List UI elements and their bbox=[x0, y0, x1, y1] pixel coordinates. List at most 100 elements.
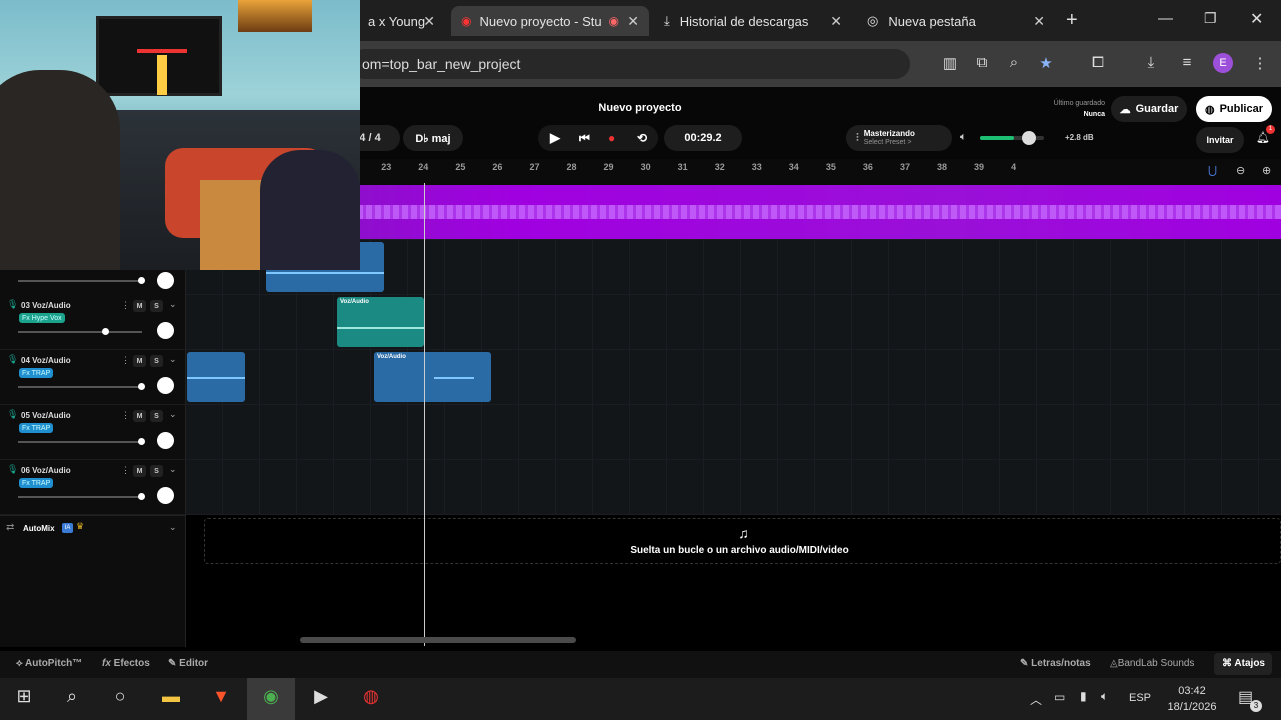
restore-icon[interactable]: ❐ bbox=[1204, 10, 1217, 27]
tab-nueva-pestana[interactable]: ◎ Nueva pestaña ✕ bbox=[857, 6, 1055, 36]
close-icon[interactable]: ✕ bbox=[1033, 13, 1045, 30]
chevron-down-icon[interactable]: ⌄ bbox=[169, 522, 177, 533]
track-name[interactable]: 03 Voz/Audio bbox=[21, 301, 71, 310]
fx-badge[interactable]: Fx TRAP bbox=[19, 478, 54, 488]
pan-knob[interactable] bbox=[157, 432, 174, 449]
audio-clip[interactable]: Voz/Audio bbox=[374, 352, 491, 402]
volume-slider[interactable] bbox=[18, 277, 145, 284]
mute-button[interactable]: M bbox=[133, 300, 146, 312]
more-icon[interactable]: ⋮ bbox=[121, 355, 130, 366]
solo-button[interactable]: S bbox=[150, 465, 163, 477]
new-tab-button[interactable]: + bbox=[1066, 9, 1078, 32]
window-close-icon[interactable]: ✕ bbox=[1250, 9, 1263, 29]
media-icon[interactable]: ≡ bbox=[1177, 54, 1197, 71]
usb-icon[interactable]: ▮ bbox=[1080, 689, 1087, 703]
cortana-icon[interactable]: ○ bbox=[106, 686, 134, 712]
windows-start-icon[interactable]: ⊞ bbox=[10, 686, 38, 712]
pan-knob[interactable] bbox=[157, 272, 174, 289]
tab-nuevo-proyecto[interactable]: ◉ Nuevo proyecto - Stu ◉ ✕ bbox=[451, 6, 649, 36]
obs-icon[interactable]: ◍ bbox=[357, 686, 385, 712]
close-icon[interactable]: ✕ bbox=[627, 13, 639, 30]
track-header[interactable]: 🎙︎ 05 Voz/Audio Fx TRAP ⋮ M S ⌄ bbox=[0, 405, 186, 460]
track-header[interactable]: 🎙︎ 03 Voz/Audio Fx Hype Vox ⋮ M S ⌄ bbox=[0, 295, 186, 350]
tab-young[interactable]: a x Young ✕ bbox=[360, 6, 445, 36]
loop-icon[interactable]: ⟲ bbox=[637, 131, 647, 145]
fx-badge[interactable]: Fx TRAP bbox=[19, 423, 54, 433]
key-selector[interactable]: D♭ maj bbox=[403, 125, 463, 151]
track-header[interactable]: 🎙︎ 06 Voz/Audio Fx TRAP ⋮ M S ⌄ bbox=[0, 460, 186, 515]
pan-knob[interactable] bbox=[157, 322, 174, 339]
network-icon[interactable]: ▭ bbox=[1054, 690, 1065, 704]
mute-button[interactable]: M bbox=[133, 465, 146, 477]
record-icon[interactable]: ● bbox=[608, 131, 615, 145]
master-volume-slider[interactable] bbox=[980, 131, 1044, 145]
mute-button[interactable]: M bbox=[133, 355, 146, 367]
lane-04[interactable]: Voz/Audio bbox=[186, 350, 1281, 405]
solo-button[interactable]: S bbox=[150, 300, 163, 312]
more-icon[interactable]: ⋮ bbox=[121, 410, 130, 421]
zoom-icon[interactable]: ⌕ bbox=[1004, 54, 1024, 71]
fx-badge[interactable]: Fx Hype Vox bbox=[19, 313, 65, 323]
profile-avatar[interactable]: E bbox=[1213, 53, 1233, 73]
language-indicator[interactable]: ESP bbox=[1129, 692, 1151, 704]
chevron-down-icon[interactable]: ⌄ bbox=[169, 409, 177, 420]
pan-knob[interactable] bbox=[157, 487, 174, 504]
more-icon[interactable]: ⋮ bbox=[121, 300, 130, 311]
play-icon[interactable]: ▶ bbox=[550, 130, 560, 146]
zoom-out-icon[interactable]: ⊖ bbox=[1236, 164, 1245, 177]
project-title[interactable]: Nuevo proyecto bbox=[560, 102, 720, 114]
downloads-icon[interactable]: ⤓ bbox=[1141, 54, 1161, 71]
audio-clip[interactable] bbox=[187, 352, 245, 402]
lane-05[interactable] bbox=[186, 405, 1281, 460]
track-name[interactable]: 06 Voz/Audio bbox=[21, 466, 71, 475]
clock[interactable]: 03:42 18/1/2026 bbox=[1162, 683, 1222, 715]
speaker-icon[interactable]: 🔈︎ bbox=[960, 131, 967, 144]
volume-slider[interactable] bbox=[18, 383, 145, 390]
chevron-down-icon[interactable]: ⌄ bbox=[169, 299, 177, 310]
volume-slider[interactable] bbox=[18, 328, 142, 335]
minimize-icon[interactable]: — bbox=[1158, 10, 1173, 27]
track-name[interactable]: 04 Voz/Audio bbox=[21, 356, 71, 365]
editor-button[interactable]: ✎ Editor bbox=[168, 658, 208, 669]
mute-button[interactable]: M bbox=[133, 410, 146, 422]
menu-icon[interactable]: ⋮ bbox=[1250, 54, 1270, 72]
fx-badge[interactable]: Fx TRAP bbox=[19, 368, 54, 378]
audio-clip[interactable]: Voz/Audio bbox=[337, 297, 424, 347]
rewind-icon[interactable]: ⏮ bbox=[579, 131, 590, 146]
tray-chevron-icon[interactable]: ︿ bbox=[1030, 691, 1042, 708]
tab-historial[interactable]: ⤓ Historial de descargas ✕ bbox=[654, 6, 852, 36]
lane-03[interactable]: Voz/Audio bbox=[186, 295, 1281, 350]
horizontal-scrollbar[interactable] bbox=[300, 637, 576, 643]
chevron-down-icon[interactable]: ⌄ bbox=[169, 464, 177, 475]
media-player-icon[interactable]: ▶ bbox=[307, 686, 335, 712]
solo-button[interactable]: S bbox=[150, 355, 163, 367]
magnet-icon[interactable]: ⋃ bbox=[1208, 164, 1217, 177]
autopitch-button[interactable]: ⟡ AutoPitch™ bbox=[16, 658, 82, 669]
effects-button[interactable]: fx Efectos bbox=[102, 658, 150, 669]
file-explorer-icon[interactable]: ▬ bbox=[157, 686, 185, 712]
publish-button[interactable]: ◍ Publicar bbox=[1196, 96, 1272, 122]
playhead[interactable] bbox=[424, 183, 425, 646]
invite-button[interactable]: Invitar bbox=[1196, 127, 1244, 153]
chrome-icon[interactable]: ◉ bbox=[247, 678, 295, 720]
solo-button[interactable]: S bbox=[150, 410, 163, 422]
zoom-in-icon[interactable]: ⊕ bbox=[1262, 164, 1271, 177]
track-name[interactable]: 05 Voz/Audio bbox=[21, 411, 71, 420]
extensions-icon[interactable]: ⧠ bbox=[1088, 54, 1108, 71]
sounds-button[interactable]: ◬BandLab Sounds bbox=[1110, 658, 1194, 669]
url-field[interactable]: om=top_bar_new_project bbox=[350, 49, 910, 79]
close-icon[interactable]: ✕ bbox=[830, 13, 842, 30]
more-icon[interactable]: ⋮ bbox=[121, 465, 130, 476]
close-icon[interactable]: ✕ bbox=[423, 13, 435, 30]
bookmark-star-icon[interactable]: ★ bbox=[1036, 54, 1056, 72]
reading-mode-icon[interactable]: ▥ bbox=[940, 54, 960, 72]
drop-zone[interactable]: ♫ Suelta un bucle o un archivo audio/MID… bbox=[204, 518, 1281, 564]
save-button[interactable]: ☁ Guardar bbox=[1111, 96, 1187, 122]
chevron-down-icon[interactable]: ⌄ bbox=[169, 354, 177, 365]
volume-slider[interactable] bbox=[18, 438, 145, 445]
automix-row[interactable]: ⇄ AutoMix IA ♛ ⌄ bbox=[0, 515, 186, 541]
brave-icon[interactable]: ▼ bbox=[207, 686, 235, 712]
track-header[interactable]: 🎙︎ 04 Voz/Audio Fx TRAP ⋮ M S ⌄ bbox=[0, 350, 186, 405]
lyrics-button[interactable]: ✎ Letras/notas bbox=[1020, 658, 1091, 669]
volume-slider[interactable] bbox=[18, 493, 145, 500]
